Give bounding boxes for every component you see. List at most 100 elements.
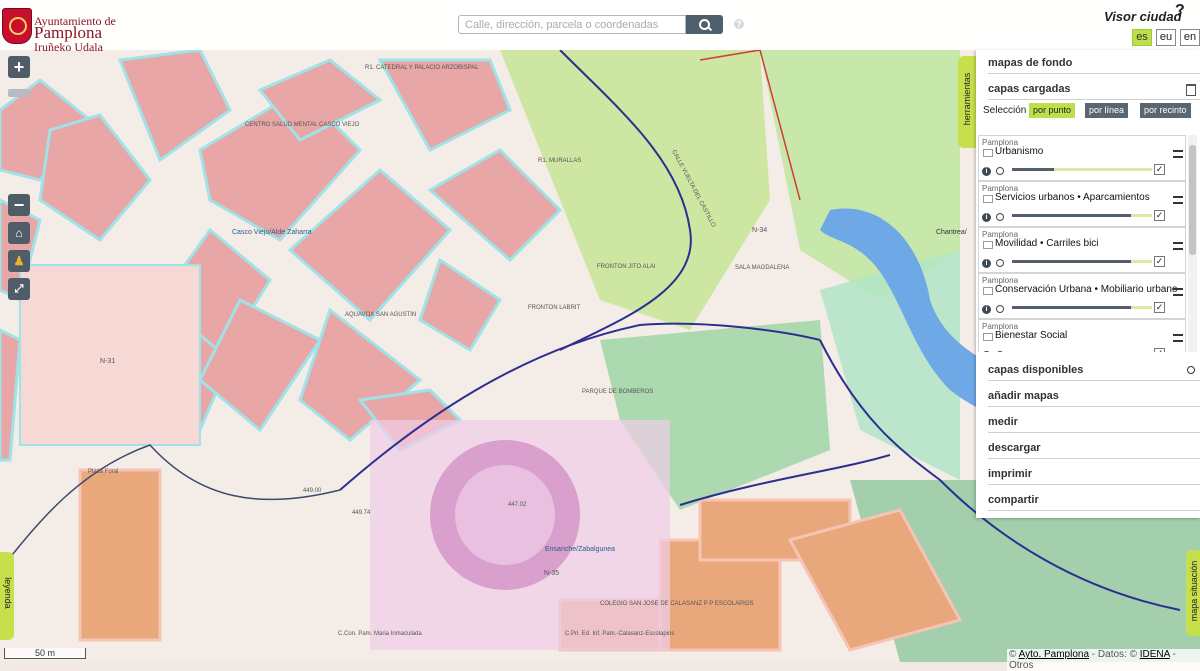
search-button[interactable] [686, 15, 723, 34]
label-n31: N-31 [100, 358, 115, 365]
app-title: Visor ciudad [1104, 9, 1182, 24]
home-button[interactable]: ⌂ [8, 222, 30, 244]
opacity-slider[interactable] [1012, 214, 1152, 217]
info-icon[interactable]: i [982, 167, 991, 176]
available-layers-section[interactable]: capas disponibles [988, 360, 1200, 381]
layer-menu-icon[interactable] [1173, 150, 1183, 158]
layer-name: Conservación Urbana • Mobiliario urbano [995, 284, 1178, 295]
folder-icon [983, 333, 993, 341]
layer-search-icon[interactable] [1187, 366, 1195, 374]
label-maria-inmaculada: C.Con. Pam. Maria Inmaculada [338, 631, 422, 637]
print-section[interactable]: imprimir [988, 464, 1200, 485]
opacity-fill [1012, 260, 1131, 263]
label-ensanche: Ensanche/Zabalgunea [545, 546, 615, 553]
layer-visibility-checkbox[interactable]: ✓ [1154, 164, 1165, 175]
tools-tab[interactable]: herramientas [958, 56, 976, 148]
situation-map-tab[interactable]: mapa situación [1186, 550, 1200, 636]
share-section[interactable]: compartir [988, 490, 1200, 511]
label-aquavox: AQUAVOX SAN AGUSTIN [345, 312, 416, 318]
opacity-slider[interactable] [1012, 306, 1152, 309]
opacity-fill [1012, 168, 1054, 171]
zoom-to-layer-icon[interactable] [996, 259, 1004, 267]
search-input[interactable] [458, 15, 686, 34]
credits: © Ayto. Pamplona - Datos: © IDENA - Otro… [1007, 649, 1200, 671]
layer-menu-icon[interactable] [1173, 334, 1183, 342]
coat-of-arms-icon [2, 8, 32, 44]
layer-visibility-checkbox[interactable]: ✓ [1154, 256, 1165, 267]
layer-name: Servicios urbanos • Aparcamientos [995, 192, 1150, 203]
credit-author-link[interactable]: Ayto. Pamplona [1019, 649, 1089, 660]
scrollbar-thumb[interactable] [1189, 145, 1196, 255]
select-by-area-button[interactable]: por recinto [1140, 103, 1191, 118]
loaded-layers-section[interactable]: capas cargadas [988, 79, 1200, 100]
search-help-icon[interactable]: ? [734, 19, 744, 29]
zoom-to-layer-icon[interactable] [996, 167, 1004, 175]
legend-tab[interactable]: leyenda [0, 552, 14, 640]
layer-item[interactable]: Pamplona Movilidad • Carriles bici i ✓ [978, 227, 1186, 273]
layer-menu-icon[interactable] [1173, 196, 1183, 204]
map-bullring [370, 420, 670, 650]
info-icon[interactable]: i [982, 351, 991, 352]
city-logo[interactable]: Ayuntamiento de Pamplona Iruñeko Udala [2, 4, 122, 54]
layer-item[interactable]: Pamplona Conservación Urbana • Mobiliari… [978, 273, 1186, 319]
select-by-line-button[interactable]: por línea [1085, 103, 1129, 118]
label-sala-magdalena: SALA MAGDALENA [735, 265, 789, 271]
measure-section[interactable]: medir [988, 412, 1200, 433]
fullscreen-button[interactable]: ⤢ [8, 278, 30, 300]
label-n35: N-35 [544, 570, 559, 577]
layer-list: Pamplona Urbanismo i ✓ Pamplona Servicio… [978, 135, 1186, 352]
scale-bar: 50 m [4, 648, 86, 659]
select-by-point-button[interactable]: por punto [1029, 103, 1076, 118]
label-chantrea: Chantrea/ [936, 229, 967, 236]
lang-en[interactable]: en [1180, 29, 1200, 46]
label-centro-salud: CENTRO SALUD MENTAL CASCO VIEJO [245, 122, 360, 128]
layer-visibility-checkbox[interactable]: ✓ [1154, 210, 1165, 221]
opacity-fill [1012, 306, 1131, 309]
label-n34: N-34 [752, 227, 767, 234]
zoom-slider[interactable] [8, 89, 30, 97]
lang-eu[interactable]: eu [1156, 29, 1176, 46]
opacity-slider[interactable] [1012, 168, 1152, 171]
info-icon[interactable]: i [982, 259, 991, 268]
label-plaza-foral: Plaza Foral [88, 469, 118, 475]
home-icon: ⌂ [15, 226, 23, 240]
folder-icon [983, 149, 993, 157]
opacity-slider[interactable] [1012, 260, 1152, 263]
zoom-to-layer-icon[interactable] [996, 351, 1004, 352]
trash-icon[interactable] [1186, 84, 1196, 96]
layer-list-scrollbar[interactable] [1188, 135, 1197, 352]
pegman-icon: ♟ [13, 254, 25, 268]
zoom-in-button[interactable]: + [8, 56, 30, 78]
street-view-button[interactable]: ♟ [8, 250, 30, 272]
layer-menu-icon[interactable] [1173, 242, 1183, 250]
zoom-to-layer-icon[interactable] [996, 305, 1004, 313]
fullscreen-icon: ⤢ [14, 283, 24, 295]
search-icon [699, 19, 710, 30]
zoom-to-layer-icon[interactable] [996, 213, 1004, 221]
label-elev-1: 447.02 [508, 502, 527, 508]
folder-icon [983, 241, 993, 249]
layer-item[interactable]: Pamplona Bienestar Social i ✓ [978, 319, 1186, 352]
add-maps-section[interactable]: añadir mapas [988, 386, 1200, 407]
layer-menu-icon[interactable] [1173, 288, 1183, 296]
basemaps-section[interactable]: mapas de fondo [988, 53, 1200, 74]
layer-visibility-checkbox[interactable]: ✓ [1154, 348, 1165, 352]
download-section[interactable]: descargar [988, 438, 1200, 459]
label-catedral: R1. CATEDRAL Y PALACIO ARZOBISPAL [365, 65, 479, 71]
label-fronton-jito: FRONTON JITO ALAI [597, 264, 656, 270]
layer-item[interactable]: Pamplona Servicios urbanos • Aparcamient… [978, 181, 1186, 227]
label-colegio: COLEGIO SAN JOSE DE CALASANZ P P ESCOLAP… [600, 601, 754, 607]
layer-visibility-checkbox[interactable]: ✓ [1154, 302, 1165, 313]
layer-name: Urbanismo [995, 146, 1044, 157]
label-fronton-labrit: FRONTON LABRIT [528, 305, 581, 311]
credit-source-link[interactable]: IDENA [1140, 649, 1170, 660]
help-button[interactable]: ? [1175, 2, 1185, 20]
zoom-out-button[interactable]: − [8, 194, 30, 216]
lang-es[interactable]: es [1132, 29, 1152, 46]
info-icon[interactable]: i [982, 305, 991, 314]
info-icon[interactable]: i [982, 213, 991, 222]
label-murallas: R1. MURALLAS [538, 158, 581, 164]
layer-item[interactable]: Pamplona Urbanismo i ✓ [978, 135, 1186, 181]
folder-icon [983, 287, 993, 295]
label-elev-2: 449.00 [303, 488, 322, 494]
